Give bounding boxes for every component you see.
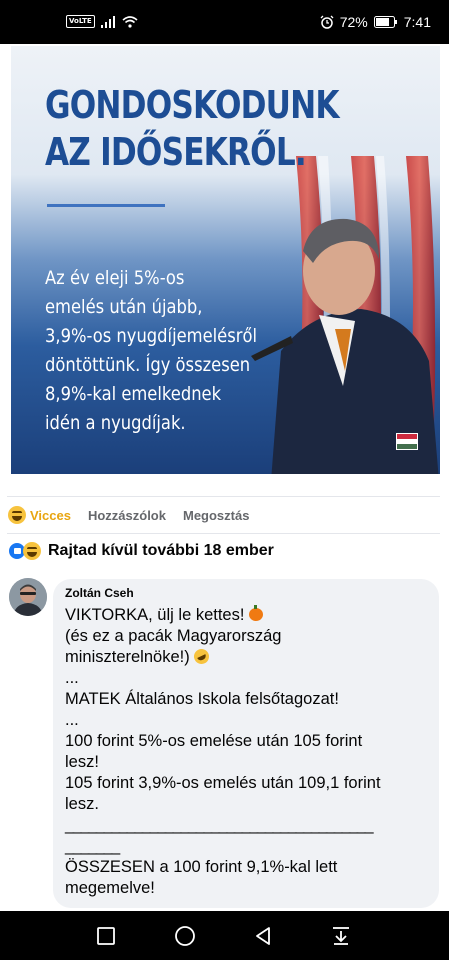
comment-line: 100 forint 5%-os emelése után 105 forint [65, 732, 363, 750]
status-bar: VoLTE 72% 7:41 [0, 0, 449, 44]
image-headline: GONDOSKODUNK AZ IDŐSEKRŐL. [45, 82, 340, 176]
comment-line: (és ez a pacák Magyarország [65, 627, 282, 645]
comment-line-text: VIKTORKA, ülj le kettes! [65, 606, 245, 624]
comment-line: lesz! [65, 753, 99, 771]
battery-icon [373, 16, 397, 28]
reactions-text: Rajtad kívül további 18 ember [48, 542, 274, 559]
reactions-summary[interactable]: Rajtad kívül további 18 ember [8, 542, 274, 560]
post-actions: Vicces Hozzászólok Megosztás [8, 505, 266, 525]
back-triangle-icon[interactable] [251, 924, 275, 948]
system-nav-bar [0, 911, 449, 960]
share-label: Megosztás [182, 507, 250, 523]
headline-line: GONDOSKODUNK [45, 83, 340, 127]
reaction-button[interactable]: Vicces [8, 506, 71, 524]
share-button[interactable]: Megosztás [183, 508, 249, 523]
accent-rule [47, 204, 165, 207]
comment-line: miniszterelnöke!) [65, 646, 427, 668]
comment-author[interactable]: Zoltán Cseh [65, 586, 427, 600]
status-bar-right: 72% 7:41 [320, 14, 431, 30]
circle-icon[interactable] [173, 924, 197, 948]
comment-label: Hozzászólok [87, 507, 166, 523]
body-line: 8,9%-kal emelkednek [45, 383, 222, 405]
comment-line: ... [65, 711, 79, 729]
hungarian-flag-icon [396, 433, 418, 450]
body-line: Az év eleji 5%-os [45, 267, 185, 289]
divider [7, 496, 440, 497]
pumpkin-emoji-icon [249, 605, 264, 621]
signal-icon [100, 15, 115, 28]
haha-emoji-icon [8, 506, 26, 524]
volte-badge: VoLTE [66, 15, 95, 28]
body-line: döntöttünk. Így összesen [45, 354, 251, 376]
alarm-icon [320, 15, 334, 29]
body-line: idén a nyugdíjak. [45, 412, 186, 434]
status-bar-left: VoLTE [66, 15, 138, 28]
body-line: 3,9%-os nyugdíjemelésről [45, 325, 258, 347]
battery-percent: 72% [339, 14, 368, 30]
comment-line: ÖSSZESEN a 100 forint 9,1%-kal lett [65, 858, 338, 876]
divider [7, 533, 440, 534]
body-line: emelés után újabb, [45, 296, 203, 318]
haha-icon [23, 542, 41, 560]
reaction-label: Vicces [30, 507, 71, 523]
square-icon[interactable] [94, 924, 118, 948]
comment-line: _______ [65, 837, 120, 855]
comment-bubble: Zoltán Cseh VIKTORKA, ülj le kettes! (és… [53, 579, 439, 908]
comment-line: VIKTORKA, ülj le kettes! [65, 605, 427, 626]
avatar[interactable] [9, 578, 47, 616]
rofl-emoji-icon [191, 646, 212, 667]
post-image[interactable]: GONDOSKODUNK AZ IDŐSEKRŐL. Az év eleji 5… [11, 46, 440, 474]
comment-button[interactable]: Hozzászólok [88, 508, 166, 523]
comment-line: ... [65, 669, 79, 687]
comment-line-text: miniszterelnöke!) [65, 648, 190, 666]
wifi-icon [122, 15, 138, 28]
download-arrow-icon[interactable] [329, 924, 353, 948]
comment-line: megemelve! [65, 879, 155, 897]
comment-line: 105 forint 3,9%-os emelés után 109,1 for… [65, 774, 381, 792]
headline-line: AZ IDŐSEKRŐL. [45, 130, 307, 174]
clock-time: 7:41 [403, 14, 431, 30]
image-body-text: Az év eleji 5%-os emelés után újabb, 3,9… [45, 264, 257, 438]
avatar-image [9, 578, 47, 616]
comment-line: lesz. [65, 795, 99, 813]
comment-line: MATEK Általános Iskola felsőtagozat! [65, 690, 339, 708]
reaction-icons [8, 542, 42, 560]
comment-text: VIKTORKA, ülj le kettes! (és ez a pacák … [65, 605, 427, 899]
comment-line: ________________________________________ [65, 816, 374, 834]
